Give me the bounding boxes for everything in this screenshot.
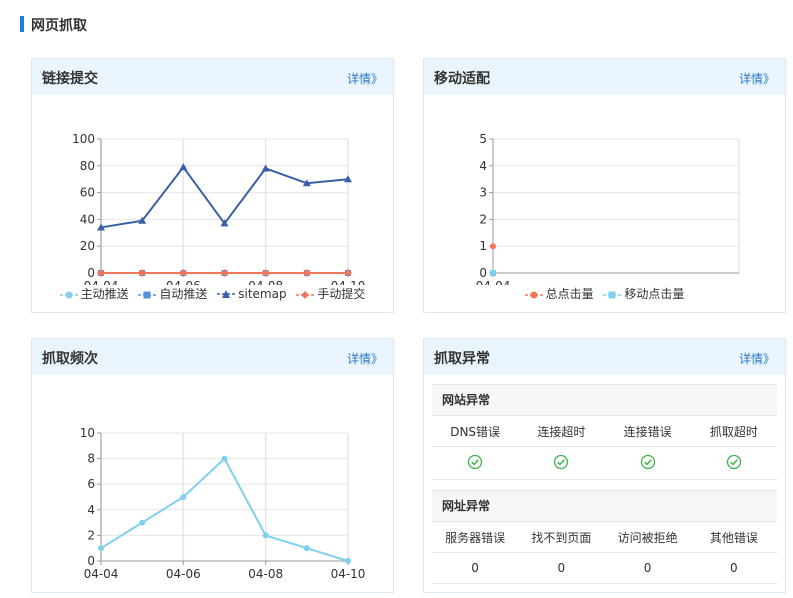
check-circle-icon — [605, 454, 691, 473]
y-tick-label: 60 — [80, 186, 95, 200]
panel-title: 抓取异常 — [434, 351, 490, 367]
column-other-error: 其他错误 — [709, 530, 758, 545]
y-tick-label: 40 — [80, 212, 95, 226]
panel-link-submit: 链接提交 详情》 02040608010004-0404-0604-0804-1… — [31, 58, 394, 313]
legend-item-manual-submit[interactable]: 手动提交 — [296, 285, 365, 302]
y-tick-label: 4 — [479, 159, 487, 173]
y-tick-label: 100 — [72, 132, 95, 146]
column-crawl-timeout: 抓取超时 — [709, 424, 758, 439]
crawl-frequency-chart: 0 2 4 6 8 10 04-04 04-06 04-08 04-10 — [80, 426, 366, 581]
url-anomaly-values-row: 0 0 0 0 — [432, 553, 777, 584]
y-tick-label: 1 — [479, 239, 487, 253]
legend-label: sitemap — [238, 286, 287, 301]
y-tick-label: 0 — [87, 266, 95, 280]
panel-header: 移动适配 详情》 — [424, 59, 785, 95]
section-title-text: 网页抓取 — [31, 18, 87, 34]
column-connect-timeout: 连接超时 — [537, 424, 586, 439]
y-tick-label: 0 — [87, 554, 95, 568]
data-point — [490, 270, 496, 276]
check-circle-icon — [691, 454, 777, 473]
data-point — [179, 163, 188, 171]
y-tick-label: 2 — [87, 528, 95, 542]
site-anomaly-status-row — [432, 447, 777, 480]
column-dns-error: DNS错误 — [450, 424, 501, 439]
panel-title: 链接提交 — [42, 71, 98, 87]
panel-header: 抓取异常 详情》 — [424, 339, 785, 375]
y-tick-label: 80 — [80, 159, 95, 173]
data-point — [262, 532, 269, 539]
url-anomaly-table: 网址异常 服务器错误 找不到页面 访问被拒绝 其他错误 0 0 0 0 — [432, 490, 777, 584]
details-link[interactable]: 详情》 — [739, 350, 775, 367]
y-tick-label: 8 — [87, 452, 95, 466]
value-other-error: 0 — [730, 561, 738, 575]
y-tick-label: 6 — [87, 477, 95, 491]
data-point — [345, 558, 351, 564]
check-circle-icon — [518, 454, 604, 473]
x-tick-label: 04-06 — [166, 567, 201, 581]
legend-label: 总点击量 — [545, 287, 594, 301]
y-tick-label: 3 — [479, 186, 487, 200]
chart-legend: 主动推送 自动推送 sitemap 手动提交 — [32, 285, 393, 302]
panel-title: 抓取频次 — [42, 351, 98, 367]
url-anomaly-columns: 服务器错误 找不到页面 访问被拒绝 其他错误 — [432, 522, 777, 553]
x-tick-label: 04-04 — [84, 567, 119, 581]
data-point — [490, 243, 496, 250]
data-point — [98, 545, 104, 552]
details-link[interactable]: 详情》 — [739, 70, 775, 87]
panel-crawl-anomaly: 抓取异常 详情》 网站异常 DNS错误 连接超时 连接错误 抓取超时 网址异常 … — [423, 338, 786, 593]
x-tick-label: 04-10 — [331, 567, 366, 581]
legend-label: 移动点击量 — [624, 287, 685, 301]
check-circle-icon — [432, 454, 518, 473]
data-point — [303, 545, 310, 552]
y-tick-label: 0 — [479, 266, 487, 280]
legend-item-auto-push[interactable]: 自动推送 — [138, 285, 207, 302]
y-tick-label: 4 — [87, 503, 95, 517]
column-access-denied: 访问被拒绝 — [617, 530, 678, 545]
data-point — [221, 455, 228, 462]
legend-item-total-clicks[interactable]: 总点击量 — [524, 285, 594, 302]
chart-legend: 总点击量 移动点击量 — [424, 285, 785, 302]
panel-crawl-frequency: 抓取频次 详情》 0 2 4 6 8 10 04-04 04-06 04-08 04-10 — [31, 338, 394, 593]
value-not-found: 0 — [557, 561, 566, 575]
mobile-chart: 01234504-04 — [476, 132, 740, 285]
column-not-found: 找不到页面 — [531, 530, 592, 545]
legend-item-mobile-clicks[interactable]: 移动点击量 — [603, 285, 684, 302]
details-link[interactable]: 详情》 — [347, 350, 383, 367]
y-tick-label: 20 — [80, 239, 95, 253]
site-anomaly-heading: 网站异常 — [432, 384, 777, 416]
panel-header: 抓取频次 详情》 — [32, 339, 393, 375]
series-line — [100, 165, 349, 229]
legend-item-sitemap[interactable]: sitemap — [217, 286, 287, 301]
site-anomaly-columns: DNS错误 连接超时 连接错误 抓取超时 — [432, 416, 777, 447]
data-point — [180, 494, 187, 500]
y-tick-label: 2 — [479, 212, 487, 226]
legend-label: 手动提交 — [317, 287, 366, 301]
value-access-denied: 0 — [643, 561, 652, 575]
data-point — [139, 519, 146, 526]
legend-item-active-push[interactable]: 主动推送 — [59, 285, 129, 302]
panel-title: 移动适配 — [434, 71, 490, 87]
panel-header: 链接提交 详情》 — [32, 59, 393, 95]
details-link[interactable]: 详情》 — [347, 70, 383, 87]
legend-label: 自动推送 — [159, 287, 208, 301]
y-tick-label: 5 — [479, 132, 487, 146]
column-server-error: 服务器错误 — [445, 530, 506, 545]
value-server-error: 0 — [471, 561, 479, 575]
x-tick-label: 04-08 — [248, 567, 283, 581]
legend-label: 主动推送 — [80, 287, 129, 301]
panel-mobile-adaptation: 移动适配 详情》 01234504-04 总点击量 移动点击量 — [423, 58, 786, 313]
site-anomaly-table: 网站异常 DNS错误 连接超时 连接错误 抓取超时 — [432, 384, 777, 480]
link-submit-chart: 02040608010004-0404-0604-0804-10 — [72, 132, 365, 285]
section-accent-bar — [20, 16, 24, 32]
url-anomaly-heading: 网址异常 — [432, 490, 777, 522]
column-connect-error: 连接错误 — [623, 424, 672, 439]
y-tick-label: 10 — [80, 426, 95, 440]
